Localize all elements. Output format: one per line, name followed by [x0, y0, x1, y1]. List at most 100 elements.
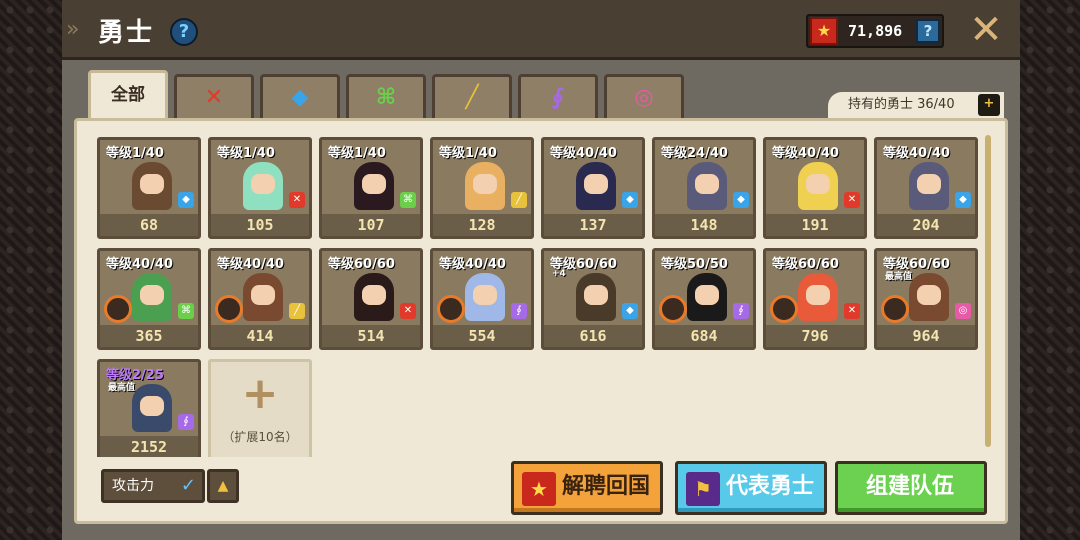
hero-power: 191 — [766, 214, 864, 236]
hero-power: 365 — [100, 325, 198, 347]
gun-icon: ╱ — [465, 85, 479, 110]
tab-sword[interactable]: ✕ — [174, 74, 254, 120]
sword-class-icon: ✕ — [289, 192, 305, 208]
hero-level: 等级24/40 — [661, 146, 728, 161]
tab-hammer[interactable]: ◆ — [260, 74, 340, 120]
back-chevron-icon[interactable]: » — [66, 12, 80, 48]
hero-power: 128 — [433, 214, 531, 236]
compass-ring-icon — [437, 295, 465, 323]
hero-card[interactable]: 等级40/40 ✕ 191 — [763, 137, 867, 239]
sort-dropdown[interactable]: 攻击力 ✓ — [101, 469, 205, 503]
hero-card[interactable]: 等级60/60 ✕ 796 — [763, 248, 867, 350]
owned-count-label: 持有的勇士 36/40 — [848, 97, 955, 112]
gun-class-icon: ╱ — [511, 192, 527, 208]
hammer-class-icon: ◆ — [733, 192, 749, 208]
staff-class-icon: ∮ — [178, 414, 194, 430]
hero-power: 2152 — [100, 436, 198, 457]
tab-bow[interactable]: ⌘ — [346, 74, 426, 120]
hero-power: 137 — [544, 214, 642, 236]
expand-label: （扩展10名） — [222, 430, 298, 444]
hero-sprite — [909, 162, 949, 210]
hero-card[interactable]: 等级1/40 ⌘ 107 — [319, 137, 423, 239]
staff-class-icon: ∮ — [511, 303, 527, 319]
hero-note: 最高值 — [108, 383, 136, 393]
lace-border-right — [1020, 0, 1080, 540]
hero-grid[interactable]: 等级1/40 ◆ 68 等级1/40 ✕ 105 等级1/40 ⌘ 107 等级1/40 ╱ 128 等… — [97, 137, 987, 457]
hero-card[interactable]: 等级24/40 ◆ 148 — [652, 137, 756, 239]
compass-ring-icon — [659, 295, 687, 323]
hero-power: 554 — [433, 325, 531, 347]
compass-ring-icon — [881, 295, 909, 323]
hero-panel: 等级1/40 ◆ 68 等级1/40 ✕ 105 等级1/40 ⌘ 107 等级1/40 ╱ 128 等… — [74, 118, 1008, 524]
hero-sprite — [132, 162, 172, 210]
hero-card[interactable]: 等级1/40 ╱ 128 — [430, 137, 534, 239]
tab-orb[interactable]: ◎ — [604, 74, 684, 120]
sort-order-button[interactable]: ▲ — [207, 469, 239, 503]
sword-class-icon: ✕ — [400, 303, 416, 319]
hammer-class-icon: ◆ — [178, 192, 194, 208]
hammer-icon: ◆ — [291, 85, 309, 110]
hero-card[interactable]: 等级40/40 ◆ 204 — [874, 137, 978, 239]
hero-card[interactable]: 等级40/40 ◆ 137 — [541, 137, 645, 239]
tab-all[interactable]: 全部 — [88, 70, 168, 120]
tab-gun[interactable]: ╱ — [432, 74, 512, 120]
hero-card[interactable]: 等级60/60 +4 ◆ 616 — [541, 248, 645, 350]
hero-card[interactable]: 等级1/40 ◆ 68 — [97, 137, 201, 239]
expand-slot-button[interactable]: + （扩展10名） — [208, 359, 312, 457]
hero-power: 414 — [211, 325, 309, 347]
owned-count: 持有的勇士 36/40 + — [828, 92, 1004, 120]
hero-power: 616 — [544, 325, 642, 347]
hero-card[interactable]: 等级1/40 ✕ 105 — [208, 137, 312, 239]
hero-sprite — [354, 162, 394, 210]
tab-staff[interactable]: ∮ — [518, 74, 598, 120]
hero-level: 等级1/40 — [106, 146, 164, 161]
sword-icon: ✕ — [204, 85, 224, 110]
bow-icon: ⌘ — [375, 85, 397, 110]
hero-level: 等级40/40 — [550, 146, 617, 161]
hero-sprite — [687, 162, 727, 210]
hero-card[interactable]: 等级40/40 ⌘ 365 — [97, 248, 201, 350]
hero-card[interactable]: 等级60/60 最高值 ◎ 964 — [874, 248, 978, 350]
hero-sprite — [798, 162, 838, 210]
compass-ring-icon — [215, 295, 243, 323]
bow-class-icon: ⌘ — [178, 303, 194, 319]
hero-level: 等级40/40 — [106, 257, 173, 272]
hero-card[interactable]: 等级2/25 最高值 ∮ 2152 — [97, 359, 201, 457]
release-label: 解聘回国 — [562, 474, 651, 499]
sword-class-icon: ✕ — [844, 192, 860, 208]
hero-card[interactable]: 等级40/40 ∮ 554 — [430, 248, 534, 350]
currency-value: 71,896 — [848, 22, 903, 40]
currency-help-icon[interactable]: ? — [916, 19, 940, 43]
gun-class-icon: ╱ — [289, 303, 305, 319]
help-icon[interactable]: ? — [170, 18, 198, 46]
hero-level: 等级40/40 — [439, 257, 506, 272]
hero-window: » 勇士 ? ★ 71,896 ? ✕ 全部 ✕ ◆ ⌘ ╱ ∮ ◎ 持有的勇士 36/40… — [62, 0, 1020, 540]
add-slot-icon[interactable]: + — [978, 94, 1000, 116]
hero-card[interactable]: 等级60/60 ✕ 514 — [319, 248, 423, 350]
page-title: 勇士 — [98, 18, 155, 48]
orb-icon: ◎ — [634, 85, 654, 110]
close-icon[interactable]: ✕ — [966, 10, 1006, 50]
trophy-icon: ★ — [810, 17, 838, 45]
form-team-button[interactable]: 组建队伍 — [835, 461, 987, 515]
currency-display: ★ 71,896 ? — [806, 14, 944, 48]
hero-level: 等级1/40 — [439, 146, 497, 161]
banner-icon: ★ — [522, 472, 556, 506]
hero-card[interactable]: 等级40/40 ╱ 414 — [208, 248, 312, 350]
flag-icon: ⚑ — [686, 472, 720, 506]
hero-power: 204 — [877, 214, 975, 236]
hero-sprite — [798, 273, 838, 321]
orb-class-icon: ◎ — [955, 303, 971, 319]
bow-class-icon: ⌘ — [400, 192, 416, 208]
compass-ring-icon — [770, 295, 798, 323]
release-button[interactable]: ★ 解聘回国 — [511, 461, 663, 515]
scrollbar[interactable] — [985, 135, 991, 447]
representative-button[interactable]: ⚑ 代表勇士 — [675, 461, 827, 515]
representative-label: 代表勇士 — [726, 474, 815, 499]
hero-sprite — [576, 273, 616, 321]
hero-level: 等级50/50 — [661, 257, 728, 272]
hero-card[interactable]: 等级50/50 ∮ 684 — [652, 248, 756, 350]
hero-power: 964 — [877, 325, 975, 347]
hero-sprite — [909, 273, 949, 321]
staff-icon: ∮ — [551, 85, 565, 110]
